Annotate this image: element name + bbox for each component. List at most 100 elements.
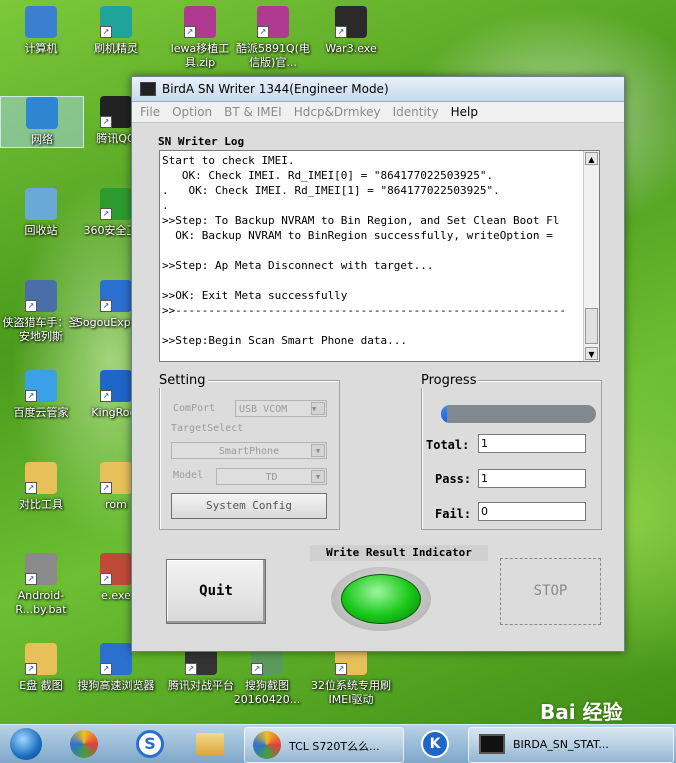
comport-select[interactable]: USB VCOM ▼ [235, 400, 327, 417]
model-select[interactable]: TD ▼ [216, 468, 327, 485]
taskbar-pin-sogou[interactable]: S [130, 727, 170, 761]
indicator-title: Write Result Indicator [310, 545, 488, 561]
bat-file-icon: ↗ [25, 553, 57, 585]
total-field: 1 [478, 434, 586, 453]
sn-writer-window[interactable]: BirdA SN Writer 1344(Engineer Mode) File… [131, 76, 625, 652]
log-line: >>Step: Ap Meta Disconnect with target..… [162, 259, 434, 272]
sogou-browser-icon: ↗ [100, 643, 132, 675]
log-line: >>--------------------------------------… [162, 304, 566, 317]
shortcut-arrow-icon: ↗ [335, 26, 347, 38]
setting-title: Setting [157, 373, 208, 388]
chevron-down-icon: ▼ [311, 470, 325, 483]
shortcut-arrow-icon: ↗ [100, 390, 112, 402]
desktop-icon-baidu-cloud[interactable]: ↗ 百度云管家 [0, 370, 82, 420]
menu-option[interactable]: Option [172, 105, 212, 119]
menu-bt-imei[interactable]: BT & IMEI [224, 105, 282, 119]
shortcut-arrow-icon: ↗ [25, 482, 37, 494]
target-select-label: TargetSelect [171, 423, 244, 434]
taskbar-pin-360[interactable] [64, 727, 104, 761]
pass-label: Pass: [435, 472, 472, 486]
desktop-icon-computer[interactable]: 计算机 [0, 6, 82, 56]
menu-help[interactable]: Help [451, 105, 478, 119]
folder-icon: ↗ [100, 462, 132, 494]
kingroot-icon: ↗ [100, 370, 132, 402]
log-line: OK: Check IMEI. Rd_IMEI[0] = "8641770225… [162, 169, 494, 182]
desktop-icon-flash-tool[interactable]: ↗ 刷机精灵 [75, 6, 157, 56]
shortcut-arrow-icon: ↗ [100, 573, 112, 585]
warcraft-icon: ↗ [335, 6, 367, 38]
window-title: BirdA SN Writer 1344(Engineer Mode) [162, 82, 389, 96]
pass-field: 1 [478, 469, 586, 488]
desktop-icon-label: 搜狗截图20160420... [233, 679, 301, 706]
gta-icon: ↗ [25, 280, 57, 312]
shortcut-arrow-icon: ↗ [184, 26, 196, 38]
taskbar-task-birda[interactable]: BIRDA_SN_STAT... [468, 727, 674, 763]
qq-icon: ↗ [100, 96, 132, 128]
desktop-icon-network[interactable]: 网络 [0, 96, 84, 148]
shortcut-arrow-icon: ↗ [25, 300, 37, 312]
sogou-browser-icon: S [136, 730, 164, 758]
menu-file[interactable]: File [140, 105, 160, 119]
log-line: >>OK: Exit Meta successfully [162, 289, 348, 302]
shortcut-arrow-icon: ↗ [100, 26, 112, 38]
desktop-icon-android-bat[interactable]: ↗ Android-R...by.bat [0, 553, 82, 617]
menu-identity[interactable]: Identity [393, 105, 439, 119]
desktop-icon-compare-tool[interactable]: ↗ 对比工具 [0, 462, 82, 512]
scroll-down-icon[interactable]: ▼ [585, 347, 598, 360]
log-line: >>Step: To Backup NVRAM to Bin Region, a… [162, 214, 560, 227]
shortcut-arrow-icon: ↗ [25, 663, 37, 675]
kingroot-icon: K [421, 730, 449, 758]
desktop-icon-sogou-screenshot[interactable]: ↗ 搜狗截图20160420... [226, 643, 308, 707]
desktop-icon-coolpad-zip[interactable]: ↗ 酷派5891Q(电信版)官... [232, 6, 314, 70]
recycle-bin-icon [25, 188, 57, 220]
log-text: Start to check IMEI. OK: Check IMEI. Rd_… [162, 153, 583, 348]
taskbar-pin-explorer[interactable] [190, 727, 230, 761]
desktop-icon-recycle-bin[interactable]: 回收站 [0, 188, 82, 238]
window-titlebar[interactable]: BirdA SN Writer 1344(Engineer Mode) [132, 77, 624, 102]
target-select[interactable]: SmartPhone ▼ [171, 442, 327, 459]
computer-icon [25, 6, 57, 38]
desktop-icon-label: 侠盗猎车手：圣安地列斯 [2, 316, 80, 343]
zip-archive-icon: ↗ [184, 6, 216, 38]
baidu-watermark: Bai 经验 [540, 700, 623, 724]
log-scrollbar[interactable]: ▲ ▼ [583, 151, 599, 361]
log-line: Start to check IMEI. [162, 154, 295, 167]
quit-button[interactable]: Quit [166, 559, 266, 624]
desktop-icon-e-drive-screenshot[interactable]: ↗ E盘 截图 [0, 643, 82, 693]
desktop-icon-imei-driver[interactable]: ↗ 32位系统专用刷IMEI驱动 [310, 643, 392, 707]
log-line: >>Step:Begin Scan Smart Phone data... [162, 334, 408, 347]
desktop-icon-label: 刷机精灵 [94, 42, 138, 55]
menu-hdcp-drmkey[interactable]: Hdcp&Drmkey [294, 105, 381, 119]
fail-label: Fail: [435, 507, 472, 521]
log-title: SN Writer Log [156, 135, 247, 148]
desktop-icon-label: 酷派5891Q(电信版)官... [236, 42, 310, 69]
stop-button[interactable]: STOP [500, 558, 601, 625]
desktop-icon-lewa-zip[interactable]: ↗ lewa移植工具.zip [159, 6, 241, 70]
indicator-housing [331, 567, 431, 631]
network-icon [26, 97, 58, 129]
desktop-icon-war3[interactable]: ↗ War3.exe [310, 6, 392, 56]
desktop-icon-label: Android-R...by.bat [15, 589, 67, 616]
menu-bar: File Option BT & IMEI Hdcp&Drmkey Identi… [132, 102, 624, 123]
scroll-up-icon[interactable]: ▲ [585, 152, 598, 165]
desktop-icon-label: 计算机 [24, 42, 58, 55]
total-label: Total: [426, 438, 470, 452]
taskbar-pin-k[interactable]: K [418, 727, 452, 761]
windows-orb-icon [10, 728, 42, 760]
desktop-icon-label: 搜狗高速浏览器 [77, 679, 155, 692]
app-icon [140, 82, 156, 96]
progress-title: Progress [419, 373, 479, 388]
shortcut-arrow-icon: ↗ [100, 208, 112, 220]
taskbar-task-tcl[interactable]: TCL S720T么么... [244, 727, 404, 763]
sn-writer-icon [479, 734, 505, 754]
folder-icon: ↗ [25, 462, 57, 494]
log-panel[interactable]: Start to check IMEI. OK: Check IMEI. Rd_… [159, 150, 600, 362]
log-line: . OK: Check IMEI. Rd_IMEI[1] = "86417702… [162, 184, 500, 197]
scroll-thumb[interactable] [585, 308, 598, 344]
desktop-icon-gta[interactable]: ↗ 侠盗猎车手：圣安地列斯 [0, 280, 82, 344]
start-button[interactable] [4, 727, 48, 761]
system-config-button[interactable]: System Config [171, 493, 327, 519]
shortcut-arrow-icon: ↗ [100, 300, 112, 312]
shortcut-arrow-icon: ↗ [185, 663, 197, 675]
